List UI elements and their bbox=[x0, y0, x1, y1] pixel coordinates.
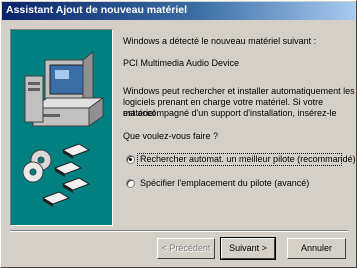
radio-auto-search[interactable] bbox=[126, 155, 135, 164]
radio-specify-location[interactable] bbox=[126, 179, 135, 188]
device-name: PCI Multimedia Audio Device bbox=[123, 58, 240, 68]
radio-selected-dot bbox=[129, 158, 132, 161]
question-text: Que voulez-vous faire ? bbox=[123, 131, 219, 141]
title-bar[interactable]: Assistant Ajout de nouveau matériel bbox=[2, 2, 355, 20]
option-auto-search-label[interactable]: Rechercher automat. un meilleur pilote (… bbox=[140, 154, 356, 165]
computer-with-discs-icon bbox=[22, 50, 105, 207]
option-specify-location-label[interactable]: Spécifier l'emplacement du pilote (avanc… bbox=[140, 178, 309, 189]
separator bbox=[10, 230, 348, 232]
wizard-illustration bbox=[10, 29, 113, 226]
info-line: est accompagné d'un support d'installati… bbox=[123, 108, 337, 118]
next-button[interactable]: Suivant > bbox=[220, 237, 276, 260]
detected-text: Windows a détecté le nouveau matériel su… bbox=[123, 36, 317, 46]
cancel-button[interactable]: Annuler bbox=[287, 238, 346, 259]
hardware-wizard-window: Assistant Ajout de nouveau matériel Wind… bbox=[0, 0, 357, 268]
window-title: Assistant Ajout de nouveau matériel bbox=[6, 4, 188, 16]
back-button[interactable]: < Précédent bbox=[157, 238, 215, 259]
info-line: Windows peut rechercher et installer aut… bbox=[123, 86, 355, 96]
